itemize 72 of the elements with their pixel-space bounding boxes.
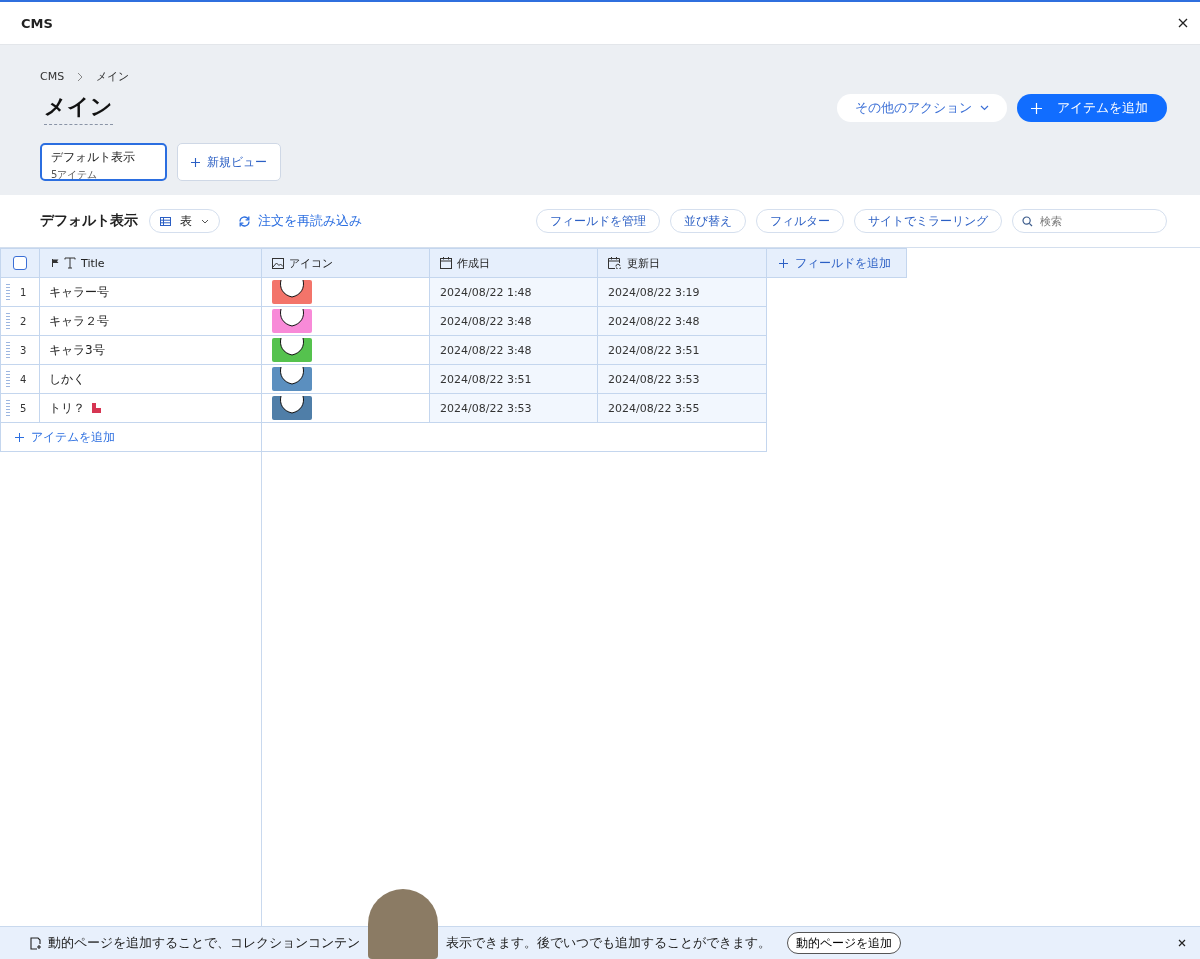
row-number: 2	[20, 315, 27, 327]
toolbar-button[interactable]: サイトでミラーリング	[854, 209, 1002, 233]
search-field[interactable]: 検索	[1012, 209, 1167, 233]
add-item-button[interactable]: アイテムを追加	[1017, 94, 1167, 122]
row-number: 3	[20, 344, 27, 356]
plus-icon	[191, 157, 200, 167]
table-cell: しかく	[49, 370, 85, 388]
column-header[interactable]: 作成日	[429, 248, 598, 278]
table-cell: 2024/08/22 3:53	[429, 393, 598, 423]
image-icon	[272, 257, 284, 269]
table-cell: キャラ3号	[49, 341, 105, 359]
table-cell: 2024/08/22 3:55	[597, 393, 767, 423]
plus-icon	[779, 258, 788, 268]
window-title: CMS	[21, 15, 53, 31]
new-view-button[interactable]: 新規ビュー	[177, 143, 281, 181]
table-cell: 2024/08/22 3:51	[597, 335, 767, 365]
table-cell: 2024/08/22 3:53	[597, 364, 767, 394]
table-cell: 2024/08/22 1:48	[429, 277, 598, 307]
table-icon	[160, 216, 171, 226]
select-all-checkbox[interactable]	[13, 256, 27, 270]
table-cell: 2024/08/22 3:19	[597, 277, 767, 307]
chevron-down-icon	[201, 218, 209, 224]
toolbar-button[interactable]: フィールドを管理	[536, 209, 660, 233]
plus-icon	[1031, 102, 1042, 114]
column-header[interactable]: 更新日	[597, 248, 767, 278]
column-title: Title	[81, 256, 105, 270]
table-cell: キャラー号	[49, 283, 109, 301]
row-number: 5	[20, 402, 27, 414]
breadcrumb-link[interactable]: メイン	[96, 69, 130, 84]
table-cell: キャラ２号	[49, 312, 109, 330]
table-cell: 2024/08/22 3:48	[429, 306, 598, 336]
banner-text: 動的ページを追加することで、コレクションコンテン	[48, 934, 360, 952]
toolbar-button[interactable]: フィルター	[756, 209, 844, 233]
column-title: 更新日	[627, 255, 660, 271]
row-number: 4	[20, 373, 27, 385]
view-tab[interactable]: デフォルト表示 5アイテム	[40, 143, 167, 181]
refresh-icon	[238, 214, 251, 228]
column-title: アイコン	[289, 255, 333, 271]
character-illustration	[368, 889, 438, 959]
calendar-icon	[440, 257, 452, 269]
column-title: 作成日	[457, 255, 490, 271]
chevron-right-icon	[77, 71, 84, 82]
banner-text: 表示できます。後でいつでも追加することができます。	[446, 934, 771, 952]
layout-dropdown[interactable]: 表	[149, 209, 220, 233]
view-title: デフォルト表示	[40, 212, 138, 230]
page-title[interactable]: メイン	[44, 92, 113, 125]
calendar-refresh-icon	[608, 257, 622, 269]
column-header[interactable]: アイコン	[261, 248, 430, 278]
text-icon	[64, 257, 76, 269]
drag-handle-icon[interactable]	[6, 283, 10, 301]
more-actions-button[interactable]: その他のアクション	[837, 94, 1007, 122]
flag-icon	[52, 259, 59, 267]
close-icon[interactable]	[1178, 939, 1186, 947]
breadcrumb-link[interactable]: CMS	[40, 70, 65, 83]
drag-handle-icon[interactable]	[6, 370, 10, 388]
add-field-button[interactable]: フィールドを追加	[766, 248, 907, 278]
drag-handle-icon[interactable]	[6, 341, 10, 359]
page-icon	[30, 936, 42, 950]
add-dynamic-page-button[interactable]: 動的ページを追加	[787, 932, 901, 954]
column-header[interactable]: Title	[39, 248, 262, 278]
toolbar-button[interactable]: 並び替え	[670, 209, 746, 233]
table-cell: 2024/08/22 3:48	[429, 335, 598, 365]
close-icon[interactable]	[1178, 18, 1188, 28]
drag-handle-icon[interactable]	[6, 399, 10, 417]
table-cell: トリ？	[49, 399, 85, 417]
chevron-down-icon	[980, 105, 989, 111]
plus-icon	[15, 432, 24, 442]
reload-order-link[interactable]: 注文を再読み込み	[232, 211, 368, 231]
drag-handle-icon[interactable]	[6, 312, 10, 330]
table-cell: 2024/08/22 3:48	[597, 306, 767, 336]
row-number: 1	[20, 286, 27, 298]
table-cell: 2024/08/22 3:51	[429, 364, 598, 394]
